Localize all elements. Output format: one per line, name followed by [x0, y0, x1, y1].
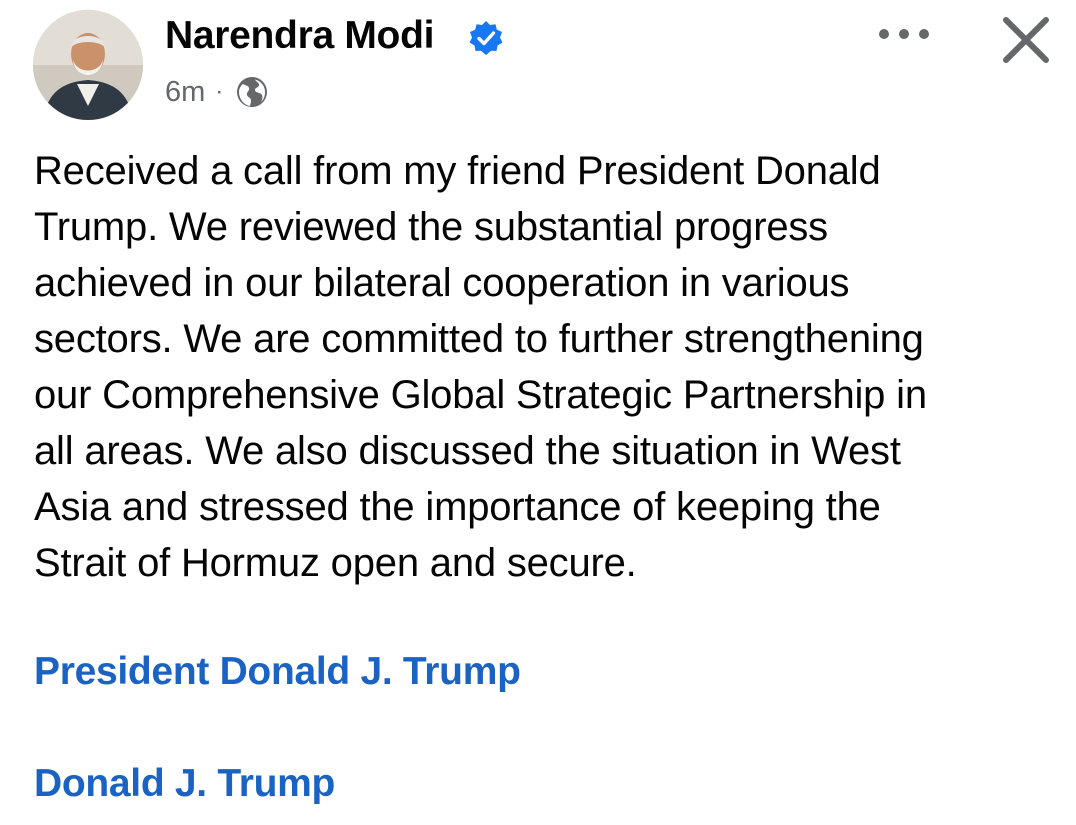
- post-timestamp[interactable]: 6m: [165, 76, 205, 109]
- post-text-line: Received a call from my friend President…: [34, 149, 881, 193]
- post-text-line: achieved in our bilateral cooperation in…: [34, 261, 850, 305]
- tagged-profile-link[interactable]: Donald J. Trump: [34, 759, 335, 809]
- post-body: Received a call from my friend President…: [34, 143, 1054, 591]
- post-text-line: Trump. We reviewed the substantial progr…: [34, 205, 828, 249]
- tagged-profile-link[interactable]: President Donald J. Trump: [34, 647, 521, 697]
- post-header: Narendra Modi 6m ·: [0, 0, 1076, 130]
- meta-separator: ·: [215, 78, 224, 105]
- more-options-icon[interactable]: [872, 14, 936, 54]
- post-text-line: Asia and stressed the importance of keep…: [34, 485, 881, 529]
- post-text-line: Strait of Hormuz open and secure.: [34, 541, 637, 585]
- post-text-line: all areas. We also discussed the situati…: [34, 429, 901, 473]
- close-icon[interactable]: [994, 8, 1058, 72]
- post-text-line: sectors. We are committed to further str…: [34, 317, 924, 361]
- globe-icon: [237, 77, 268, 107]
- post-text-line: our Comprehensive Global Strategic Partn…: [34, 373, 927, 417]
- post-meta: 6m ·: [165, 72, 269, 112]
- author-name[interactable]: Narendra Modi: [165, 12, 434, 60]
- author-avatar[interactable]: [33, 10, 143, 120]
- verified-badge-icon: [469, 21, 503, 55]
- avatar-image: [33, 10, 143, 120]
